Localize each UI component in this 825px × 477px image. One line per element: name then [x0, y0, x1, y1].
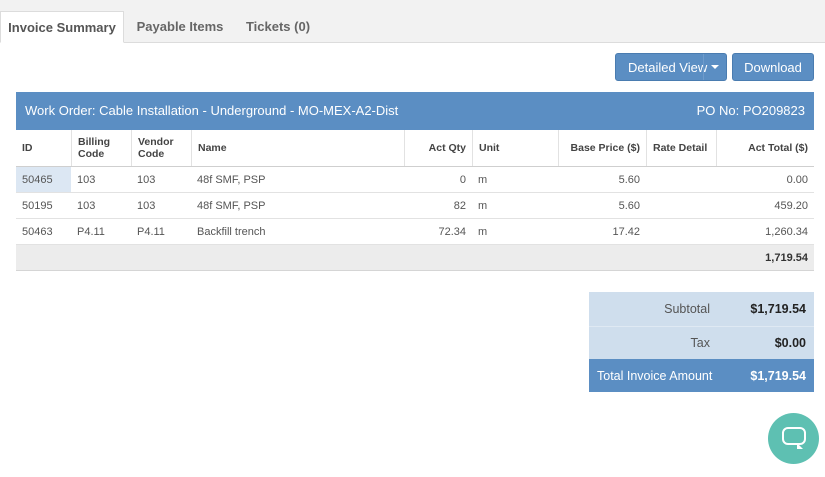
work-order-header: Work Order: Cable Installation - Undergr…: [16, 92, 814, 130]
tax-value: $0.00: [774, 336, 806, 350]
invoice-table: ID Billing Code Vendor Code Name Act Qty…: [16, 130, 814, 271]
cell-act-total: 0.00: [786, 173, 808, 186]
total-invoice-value: $1,719.54: [750, 368, 806, 383]
cell-vendor-code: 103: [137, 199, 156, 212]
col-header-vendor-code[interactable]: Vendor Code: [131, 130, 191, 166]
cell-id[interactable]: 50195: [16, 193, 71, 218]
table-row[interactable]: 50463 P4.11 P4.11 Backfill trench 72.34 …: [16, 219, 814, 245]
summary-total-row: Total Invoice Amount $1,719.54: [589, 359, 814, 392]
caret-down-icon: [711, 65, 719, 69]
subtotal-label: Subtotal: [664, 302, 710, 316]
tab-bar: Invoice Summary Payable Items Tickets (0…: [0, 0, 825, 43]
cell-name: 48f SMF, PSP: [197, 173, 266, 186]
cell-billing-code: P4.11: [77, 225, 105, 238]
cell-rate-detail: [646, 219, 716, 244]
col-header-unit[interactable]: Unit: [472, 130, 558, 166]
cell-base-price: 5.60: [618, 173, 640, 186]
cell-unit: m: [478, 173, 488, 186]
col-header-act-qty[interactable]: Act Qty: [404, 130, 472, 166]
cell-billing-code: 103: [77, 199, 96, 212]
cell-act-total: 459.20: [774, 199, 808, 212]
total-invoice-label: Total Invoice Amount: [597, 368, 713, 383]
summary-subtotal-row: Subtotal $1,719.54: [589, 292, 814, 326]
cell-unit: m: [478, 199, 488, 212]
table-row[interactable]: 50195 103 103 48f SMF, PSP 82 m 5.60 459…: [16, 193, 814, 219]
cell-id[interactable]: 50463: [16, 219, 71, 244]
col-header-act-total[interactable]: Act Total ($): [716, 130, 814, 166]
cell-act-qty: 0: [459, 173, 466, 186]
chat-bubble-tail: [797, 443, 803, 449]
col-header-rate-detail[interactable]: Rate Detail: [646, 130, 716, 166]
footer-total: 1,719.54: [765, 251, 808, 264]
summary-tax-row: Tax $0.00: [589, 326, 814, 359]
table-header: ID Billing Code Vendor Code Name Act Qty…: [16, 130, 814, 167]
table-footer: 1,719.54: [16, 245, 814, 271]
detailed-view-button[interactable]: Detailed View: [615, 53, 727, 81]
cell-vendor-code: P4.11: [137, 225, 165, 238]
download-button[interactable]: Download: [732, 53, 814, 81]
cell-rate-detail: [646, 167, 716, 192]
cell-act-total: 1,260.34: [765, 225, 808, 238]
cell-rate-detail: [646, 193, 716, 218]
table-row[interactable]: 50465 103 103 48f SMF, PSP 0 m 5.60 0.00: [16, 167, 814, 193]
cell-base-price: 5.60: [618, 199, 640, 212]
tax-label: Tax: [690, 336, 710, 350]
col-header-base-price[interactable]: Base Price ($): [558, 130, 646, 166]
cell-act-qty: 72.34: [438, 225, 466, 238]
col-header-name[interactable]: Name: [191, 130, 404, 166]
cell-vendor-code: 103: [137, 173, 156, 186]
cell-name: 48f SMF, PSP: [197, 199, 266, 212]
cell-name: Backfill trench: [197, 225, 266, 238]
work-order-title: Work Order: Cable Installation - Undergr…: [25, 103, 399, 118]
cell-unit: m: [478, 225, 488, 238]
tab-tickets[interactable]: Tickets (0): [236, 11, 320, 42]
tab-invoice-summary[interactable]: Invoice Summary: [0, 11, 124, 43]
col-header-billing-code[interactable]: Billing Code: [71, 130, 131, 166]
col-header-id[interactable]: ID: [16, 130, 71, 166]
cell-act-qty: 82: [453, 199, 466, 212]
tab-payable-items[interactable]: Payable Items: [124, 11, 236, 42]
cell-base-price: 17.42: [612, 225, 640, 238]
cell-id[interactable]: 50465: [16, 167, 71, 192]
cell-billing-code: 103: [77, 173, 96, 186]
chat-widget-button[interactable]: [768, 413, 819, 464]
po-number: PO No: PO209823: [696, 103, 805, 118]
subtotal-value: $1,719.54: [750, 302, 806, 316]
detailed-view-dropdown-toggle[interactable]: [703, 54, 726, 80]
detailed-view-label: Detailed View: [628, 60, 708, 75]
